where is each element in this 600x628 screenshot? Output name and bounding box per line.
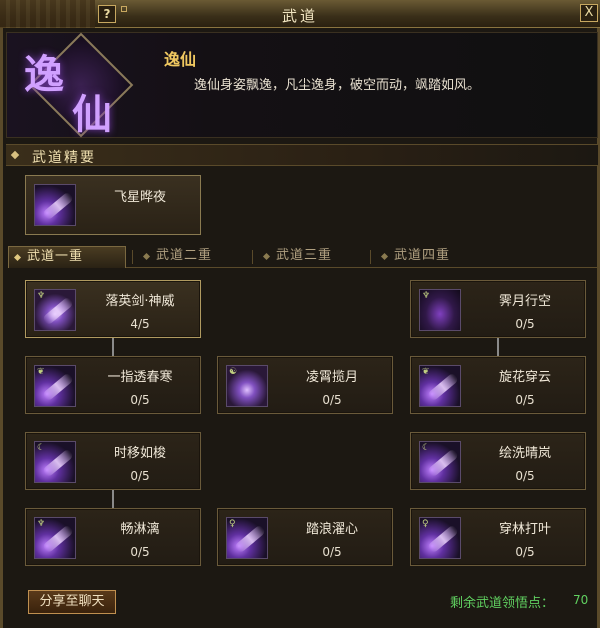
skill-name: 凌霄揽月 xyxy=(305,370,358,385)
skill-card[interactable]: ♆ 霁月行空 0/5 xyxy=(410,280,586,338)
skill-name: 霁月行空 xyxy=(498,294,551,309)
sword-slash-icon: ♀ xyxy=(419,517,461,559)
tier-tabs: 武道一重 武道二重 武道三重 武道四重 xyxy=(8,246,598,268)
skill-card[interactable]: ♆ 落英剑·神威 4/5 xyxy=(25,280,201,338)
remaining-points-value: 70 xyxy=(573,593,589,607)
skill-card[interactable]: ☾ 绘洗晴岚 0/5 xyxy=(410,432,586,490)
sword-slash-icon xyxy=(34,184,76,226)
close-button[interactable]: X xyxy=(580,4,598,22)
featured-skill-card[interactable]: 飞星晔夜 xyxy=(25,175,201,235)
school-emblem: 逸 仙 xyxy=(14,32,138,138)
tab-tier-3[interactable]: 武道三重 xyxy=(258,246,368,268)
tab-divider xyxy=(370,250,371,264)
skill-level: 0/5 xyxy=(322,393,342,407)
skill-connector xyxy=(497,338,499,356)
school-description: 逸仙身姿飘逸，凡尘逸身，破空而动，飒踏如风。 xyxy=(194,78,481,93)
skill-connector xyxy=(112,490,114,508)
shadow-figure-icon: ♆ xyxy=(419,289,461,331)
skill-name: 畅淋漓 xyxy=(120,522,160,537)
skill-level: 4/5 xyxy=(130,317,150,331)
skill-name: 落英剑·神威 xyxy=(105,294,175,309)
skill-card[interactable]: ♆ 畅淋漓 0/5 xyxy=(25,508,201,566)
skill-connector xyxy=(112,338,114,356)
tab-tier-4[interactable]: 武道四重 xyxy=(376,246,486,268)
skill-name: 踏浪濯心 xyxy=(305,522,358,537)
tab-tier-1[interactable]: 武道一重 xyxy=(8,246,126,268)
emblem-char-1: 逸 xyxy=(24,51,64,98)
title-bar: ? 武道 X xyxy=(0,0,600,28)
section-title: 武道精要 xyxy=(32,150,96,166)
share-to-chat-button[interactable]: 分享至聊天 xyxy=(28,590,116,614)
tab-tier-2[interactable]: 武道二重 xyxy=(138,246,248,268)
skill-level: 0/5 xyxy=(130,393,150,407)
sword-slash-icon: ♆ xyxy=(34,289,76,331)
sword-slash-icon: ☾ xyxy=(34,441,76,483)
remaining-points-label: 剩余武道领悟点： xyxy=(450,596,555,611)
skill-name: 时移如梭 xyxy=(113,446,166,461)
skill-level: 0/5 xyxy=(515,393,535,407)
skill-level: 0/5 xyxy=(130,545,150,559)
skill-card[interactable]: ♀ 穿林打叶 0/5 xyxy=(410,508,586,566)
skill-level: 0/5 xyxy=(322,545,342,559)
skill-name: 绘洗晴岚 xyxy=(498,446,551,461)
skill-card[interactable]: ♀ 踏浪濯心 0/5 xyxy=(217,508,393,566)
skill-level: 0/5 xyxy=(515,545,535,559)
sword-slash-icon: ♆ xyxy=(34,517,76,559)
skill-name: 旋花穿云 xyxy=(498,370,551,385)
swirl-icon: ☯ xyxy=(226,365,268,407)
window-title: 武道 xyxy=(281,7,318,25)
skill-name: 穿林打叶 xyxy=(498,522,551,537)
skill-card[interactable]: ❦ 旋花穿云 0/5 xyxy=(410,356,586,414)
featured-skill-name: 飞星晔夜 xyxy=(113,190,166,205)
skill-level: 0/5 xyxy=(515,469,535,483)
school-name: 逸仙 xyxy=(164,50,197,69)
skill-card[interactable]: ❦ 一指透春寒 0/5 xyxy=(25,356,201,414)
tab-divider xyxy=(132,250,133,264)
emblem-char-2: 仙 xyxy=(72,91,112,138)
sword-slash-icon: ❦ xyxy=(34,365,76,407)
skill-card[interactable]: ☾ 时移如梭 0/5 xyxy=(25,432,201,490)
sword-slash-icon: ♀ xyxy=(226,517,268,559)
sword-slash-icon: ❦ xyxy=(419,365,461,407)
skill-level: 0/5 xyxy=(515,317,535,331)
skill-name: 一指透春寒 xyxy=(107,370,173,385)
skill-level: 0/5 xyxy=(130,469,150,483)
skill-card[interactable]: ☯ 凌霄揽月 0/5 xyxy=(217,356,393,414)
sword-slash-icon: ☾ xyxy=(419,441,461,483)
tab-divider xyxy=(252,250,253,264)
